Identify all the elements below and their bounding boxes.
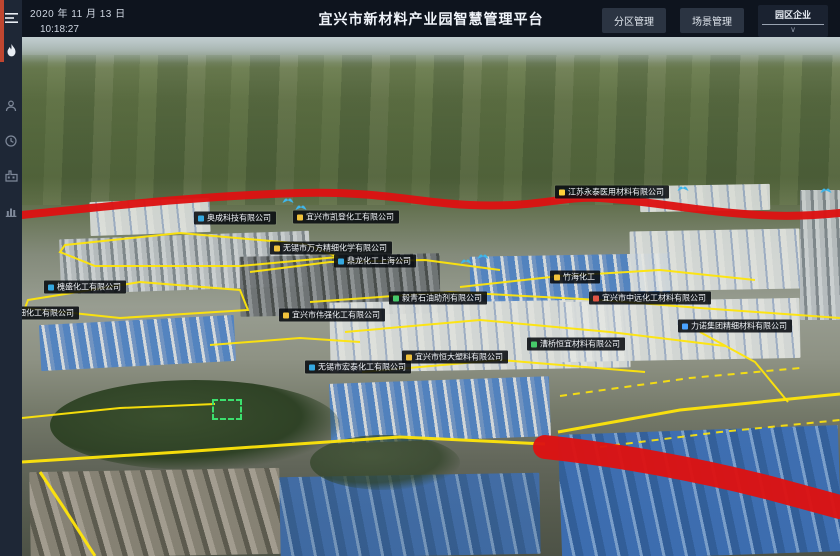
company-marker-icon	[297, 214, 303, 220]
drone-marker-icon[interactable]	[460, 256, 473, 266]
company-label-text: 奥成科技有限公司	[207, 214, 271, 223]
company-label[interactable]: 槐盛化工有限公司	[44, 281, 126, 294]
company-label[interactable]: 无锡市万方精细化学有限公司	[270, 242, 392, 255]
company-marker-icon	[593, 295, 599, 301]
company-label-text: 鼎龙化工上海公司	[347, 257, 411, 266]
person-icon	[5, 100, 17, 112]
top-header: 2020 年 11 月 13 日 10:18:27 宜兴市新材料产业园智慧管理平…	[22, 0, 840, 37]
company-label[interactable]: 鼎龙化工上海公司	[334, 255, 416, 268]
drone-marker-icon[interactable]	[477, 251, 490, 261]
company-marker-icon	[682, 323, 688, 329]
gauge-icon	[5, 135, 17, 147]
company-label-text: 宜兴市凯登化工有限公司	[306, 213, 394, 222]
chevron-down-icon: ∨	[762, 25, 824, 35]
company-label-text: 毅青石油助剂有限公司	[402, 294, 482, 303]
company-label-text: 宜兴市伟强化工有限公司	[292, 311, 380, 320]
company-label[interactable]: 宜兴市恒大塑料有限公司	[402, 351, 508, 364]
sidebar-item-statistics[interactable]	[0, 199, 22, 223]
company-marker-icon	[559, 189, 565, 195]
company-marker-icon	[274, 245, 280, 251]
drone-marker-icon[interactable]	[677, 183, 690, 193]
company-label-text: 漕桥恒宜材料有限公司	[540, 340, 620, 349]
company-marker-icon	[531, 341, 537, 347]
company-marker-icon	[309, 364, 315, 370]
company-marker-icon	[554, 274, 560, 280]
company-label-text: 无锡市万方精细化学有限公司	[283, 244, 387, 253]
company-label[interactable]: 宜兴市伟强化工有限公司	[279, 309, 385, 322]
company-label[interactable]: 力诺集团精细材料有限公司	[678, 320, 792, 333]
traffic-alert-ribbon-upper	[22, 193, 840, 216]
company-label[interactable]: 毅青石油助剂有限公司	[389, 292, 487, 305]
company-label[interactable]: 奥成科技有限公司	[194, 212, 276, 225]
company-label-text: 宜兴市中远化工材料有限公司	[602, 294, 706, 303]
company-label[interactable]: 竹海化工	[550, 271, 600, 284]
left-sidebar	[0, 0, 22, 556]
company-marker-icon	[393, 295, 399, 301]
traffic-alert-ribbon-lower	[545, 447, 840, 507]
sidebar-item-enterprise[interactable]	[0, 164, 22, 188]
company-label-text: 无锡市宏泰化工有限公司	[318, 363, 406, 372]
dropdown-label: 园区企业	[762, 8, 824, 25]
bar-chart-icon	[5, 205, 17, 217]
company-label[interactable]: 无锡市宏泰化工有限公司	[305, 361, 411, 374]
drone-marker-icon[interactable]	[820, 185, 833, 195]
scene-management-button[interactable]: 场景管理	[680, 8, 744, 33]
company-label-text: 江苏永泰医用材料有限公司	[568, 188, 664, 197]
header-actions: 分区管理 场景管理 园区企业 ∨	[602, 5, 828, 37]
company-marker-icon	[198, 215, 204, 221]
company-label[interactable]: 漕桥恒宜材料有限公司	[527, 338, 625, 351]
active-nav-indicator	[0, 0, 4, 62]
company-marker-icon	[283, 312, 289, 318]
company-label-text: 竹海化工	[563, 273, 595, 282]
company-marker-icon	[406, 354, 412, 360]
company-label[interactable]: 宜兴市凯登化工有限公司	[293, 211, 399, 224]
sidebar-item-monitor-gauge[interactable]	[0, 129, 22, 153]
park-enterprise-dropdown[interactable]: 园区企业 ∨	[758, 5, 828, 37]
company-marker-icon	[338, 258, 344, 264]
sidebar-item-personnel[interactable]	[0, 94, 22, 118]
drone-marker-icon[interactable]	[282, 195, 295, 205]
company-marker-icon	[48, 284, 54, 290]
company-label-text: 宜兴市恒大塑料有限公司	[415, 353, 503, 362]
zone-management-button[interactable]: 分区管理	[602, 8, 666, 33]
flame-icon	[6, 44, 17, 57]
company-label[interactable]: 宜兴市中远化工材料有限公司	[589, 292, 711, 305]
hamburger-icon	[5, 13, 18, 24]
company-label-text: 槐盛化工有限公司	[57, 283, 121, 292]
factory-icon	[5, 170, 18, 182]
company-label-text: 力诺集团精细材料有限公司	[691, 322, 787, 331]
company-label[interactable]: 江苏永泰医用材料有限公司	[555, 186, 669, 199]
